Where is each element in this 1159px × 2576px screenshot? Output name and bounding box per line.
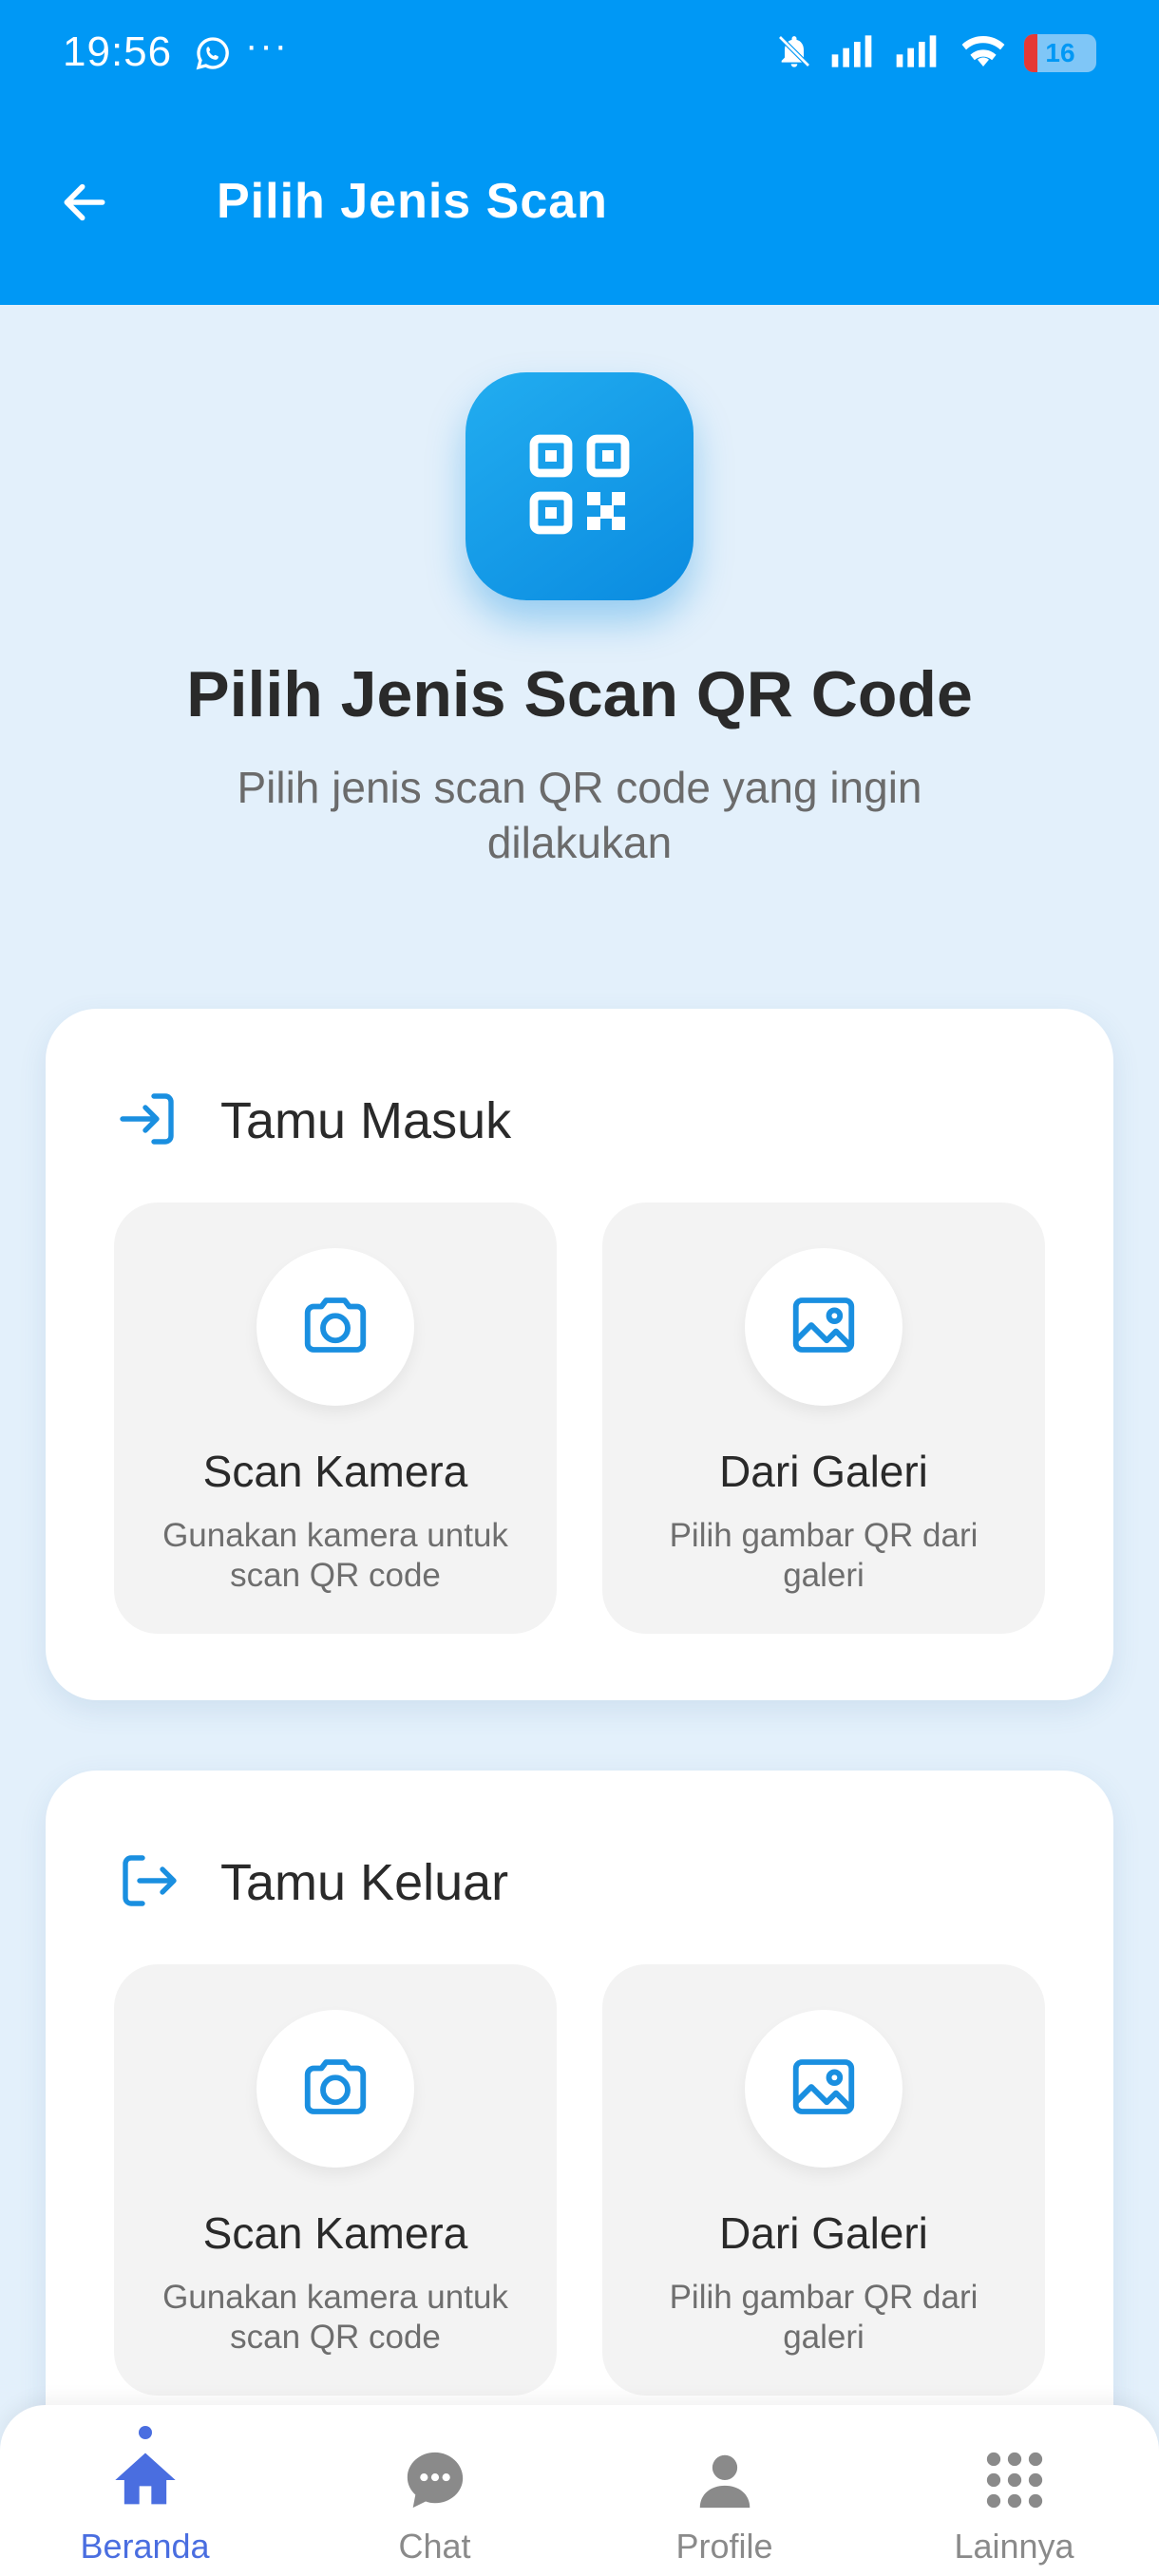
option-title: Dari Galeri	[719, 1447, 928, 1496]
nav-label: Lainnya	[954, 2527, 1074, 2566]
hero-subtitle: Pilih jenis scan QR code yang ingin dila…	[237, 763, 922, 867]
gallery-option[interactable]: Dari Galeri Pilih gambar QR dari galeri	[602, 1203, 1045, 1634]
person-icon	[692, 2447, 758, 2518]
image-icon	[787, 1288, 861, 1367]
app-bar: Pilih Jenis Scan	[0, 142, 1159, 266]
option-title: Dari Galeri	[719, 2208, 928, 2258]
section-header: Tamu Masuk	[114, 1083, 511, 1159]
option-description: Gunakan kamera untuk scan QR code	[162, 2279, 508, 2356]
section-title: Tamu Masuk	[220, 1092, 512, 1149]
section-card-tamu-masuk: Tamu Masuk Scan Kamera Gunakan kamera un…	[46, 1009, 1113, 1700]
battery-level: 16	[1045, 38, 1075, 67]
scan-camera-option[interactable]: Scan Kamera Gunakan kamera untuk scan QR…	[114, 1964, 557, 2396]
logout-icon	[114, 1847, 182, 1920]
hero-title: Pilih Jenis Scan QR Code	[186, 658, 973, 730]
nav-item-beranda[interactable]: Beranda	[0, 2405, 290, 2576]
battery-indicator: 16	[1024, 34, 1096, 72]
option-title: Scan Kamera	[202, 2208, 468, 2258]
chat-icon	[402, 2447, 468, 2518]
bell-off-icon	[775, 32, 813, 75]
wifi-icon	[960, 32, 1007, 75]
login-icon	[114, 1085, 182, 1158]
camera-icon	[298, 1288, 372, 1367]
top-header: 19:56 ··· 16 Pilih Jenis Scan	[0, 0, 1159, 305]
icon-circle	[256, 2010, 414, 2168]
status-time: 19:56	[63, 28, 173, 75]
grid-icon	[983, 2449, 1046, 2516]
camera-icon	[298, 2050, 372, 2129]
status-icons: 16	[775, 32, 1096, 74]
nav-label: Profile	[675, 2527, 773, 2566]
active-indicator	[139, 2426, 152, 2439]
bottom-navigation: Beranda Chat Profile Lainnya	[0, 2405, 1159, 2576]
section-title: Tamu Keluar	[220, 1854, 509, 1911]
icon-circle	[745, 1248, 902, 1406]
nav-label: Chat	[398, 2527, 471, 2566]
qr-code-icon	[526, 431, 633, 542]
icon-circle	[745, 2010, 902, 2168]
page-title: Pilih Jenis Scan	[217, 174, 608, 229]
option-description: Pilih gambar QR dari galeri	[669, 1517, 978, 1594]
section-header: Tamu Keluar	[114, 1845, 508, 1921]
scan-camera-option[interactable]: Scan Kamera Gunakan kamera untuk scan QR…	[114, 1203, 557, 1634]
nav-item-lainnya[interactable]: Lainnya	[869, 2405, 1159, 2576]
status-bar: 19:56 ··· 16	[0, 0, 1159, 104]
option-title: Scan Kamera	[202, 1447, 468, 1496]
signal-icon	[830, 32, 878, 75]
arrow-left-icon	[58, 176, 111, 234]
option-description: Gunakan kamera untuk scan QR code	[162, 1517, 508, 1594]
whatsapp-icon	[194, 34, 232, 77]
signal-icon-2	[895, 32, 942, 75]
option-description: Pilih gambar QR dari galeri	[669, 2279, 978, 2356]
nav-item-chat[interactable]: Chat	[290, 2405, 580, 2576]
qr-hero-badge	[466, 372, 694, 600]
status-more-indicator: ···	[245, 25, 289, 66]
icon-circle	[256, 1248, 414, 1406]
nav-item-profile[interactable]: Profile	[580, 2405, 869, 2576]
nav-label: Beranda	[80, 2527, 210, 2566]
back-button[interactable]	[49, 169, 120, 239]
section-card-tamu-keluar: Tamu Keluar Scan Kamera Gunakan kamera u…	[46, 1771, 1113, 2462]
home-icon	[109, 2444, 181, 2521]
gallery-option[interactable]: Dari Galeri Pilih gambar QR dari galeri	[602, 1964, 1045, 2396]
image-icon	[787, 2050, 861, 2129]
